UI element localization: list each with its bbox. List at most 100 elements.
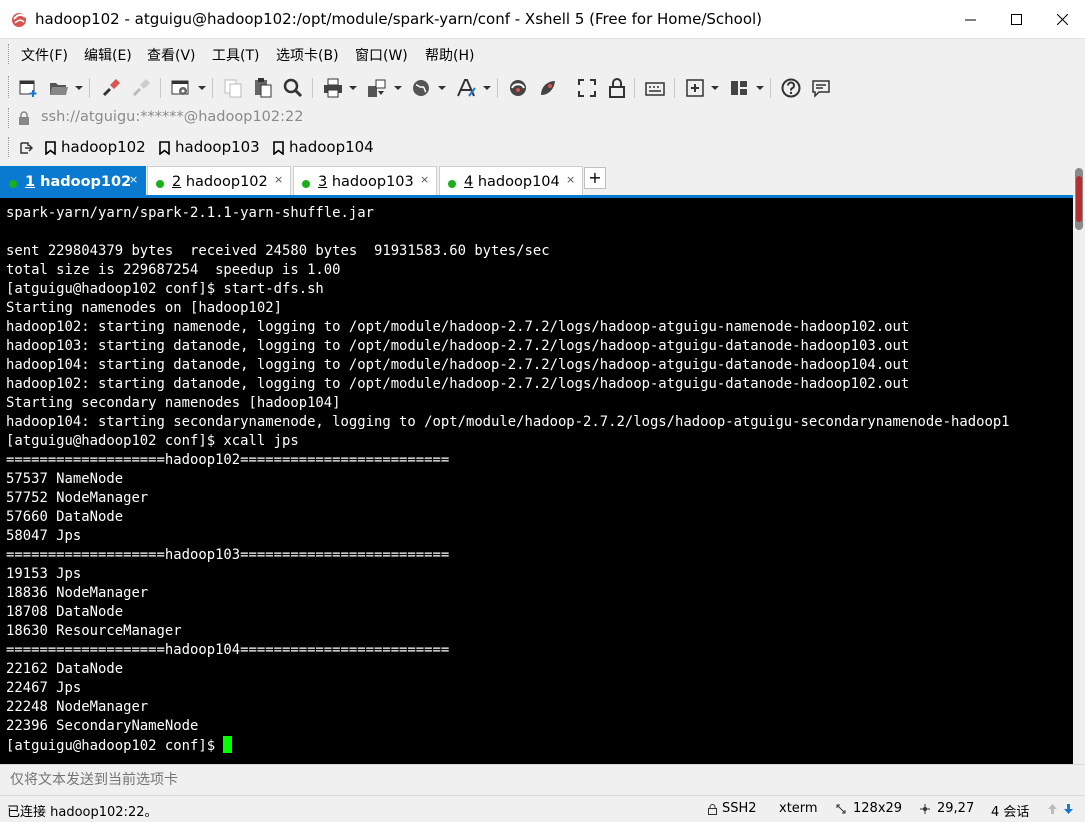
bookmark-icon (159, 141, 170, 155)
print-dropdown-arrow[interactable] (349, 86, 357, 90)
xftp-button[interactable] (507, 77, 529, 99)
layout-dropdown-arrow[interactable] (756, 86, 764, 90)
connect-icon (102, 79, 120, 97)
connected-status-icon (156, 180, 164, 188)
minimize-button[interactable] (947, 0, 993, 38)
connected-status-icon (9, 180, 17, 188)
terminal-line: 18708 DataNode (6, 604, 124, 620)
disconnect-button (130, 77, 152, 99)
links-grip (8, 137, 11, 157)
tab-close-icon[interactable]: × (566, 173, 575, 186)
compose-input[interactable] (4, 768, 1074, 791)
reconnect-button[interactable] (100, 77, 122, 99)
ssh-lock-icon (708, 804, 717, 815)
connected-status-icon (302, 180, 310, 188)
menu-window[interactable]: 窗口(W) (355, 45, 408, 65)
terminal-prompt: [atguigu@hadoop102 conf]$ (6, 738, 224, 754)
scrollbar-thumb[interactable] (1075, 168, 1083, 230)
new-session-icon (19, 80, 37, 97)
folder-open-icon (50, 83, 68, 95)
fullscreen-icon (578, 79, 596, 97)
help-icon (781, 78, 801, 98)
terminal-line: sent 229804379 bytes received 24580 byte… (6, 243, 550, 259)
language-button[interactable] (410, 77, 432, 99)
connection-status: 已连接 hadoop102:22。 (7, 805, 158, 820)
menu-file[interactable]: 文件(F) (21, 45, 68, 65)
minimize-icon (965, 19, 976, 21)
lock-button[interactable] (606, 77, 628, 99)
close-button[interactable] (1039, 0, 1085, 38)
terminal-line: 22467 Jps (6, 680, 82, 696)
paste-button[interactable] (252, 77, 274, 99)
terminal-line: 22396 SecondaryNameNode (6, 718, 199, 734)
tab-2-hadoop102[interactable]: 2 hadoop102 × (147, 166, 291, 196)
transfer-dropdown-arrow[interactable] (394, 86, 402, 90)
terminal-line: Starting namenodes on [hadoop102] (6, 300, 282, 316)
chat-button[interactable] (810, 77, 832, 99)
terminal-line: 18630 ResourceManager (6, 623, 182, 639)
menu-tabs[interactable]: 选项卡(B) (276, 45, 339, 65)
menu-edit[interactable]: 编辑(E) (84, 45, 132, 65)
transfer-button[interactable] (366, 77, 388, 99)
menu-view[interactable]: 查看(V) (147, 45, 196, 65)
terminal-line: 22162 DataNode (6, 661, 124, 677)
tab-close-icon[interactable]: × (129, 173, 138, 186)
chat-icon (812, 80, 830, 98)
session-address[interactable]: ssh://atguigu:******@hadoop102:22 (41, 109, 303, 125)
bookmark-icon (273, 141, 284, 155)
terminal-line: hadoop102: starting datanode, logging to… (6, 376, 910, 392)
menu-bar: 文件(F) 编辑(E) 查看(V) 工具(T) 选项卡(B) 窗口(W) 帮助(… (0, 39, 1085, 69)
open-button[interactable] (48, 77, 70, 99)
add-tab-button[interactable]: + (584, 167, 606, 189)
session-tab-bar: 1 hadoop102 × 2 hadoop102 × 3 hadoop103 … (0, 163, 1085, 197)
font-icon (457, 79, 476, 97)
language-dropdown-arrow[interactable] (438, 86, 446, 90)
menu-help[interactable]: 帮助(H) (425, 45, 474, 65)
links-bar: hadoop102 hadoop103 hadoop104 (0, 133, 1085, 161)
properties-button[interactable] (170, 77, 192, 99)
tab-label: 2 hadoop102 (172, 174, 268, 190)
open-sessions-icon[interactable] (19, 141, 33, 155)
terminal-scrollbar[interactable] (1073, 164, 1085, 764)
help-button[interactable] (780, 77, 802, 99)
tab-4-hadoop104[interactable]: 4 hadoop104 × (439, 166, 583, 196)
terminal-line: 58047 Jps (6, 528, 82, 544)
toolbar-grip (8, 76, 11, 98)
link-label: hadoop104 (289, 138, 374, 156)
maximize-icon (1011, 14, 1022, 25)
script-button[interactable] (537, 77, 559, 99)
menu-tools[interactable]: 工具(T) (212, 45, 259, 65)
upload-arrow-icon[interactable] (1047, 803, 1058, 815)
new-session-button[interactable] (18, 77, 40, 99)
add-tab-icon (686, 79, 704, 97)
tab-close-icon[interactable]: × (420, 173, 429, 186)
font-dropdown-arrow[interactable] (483, 86, 491, 90)
script-icon (541, 81, 555, 95)
download-arrow-icon[interactable] (1063, 803, 1074, 815)
terminal-line: hadoop104: starting secondarynamenode, l… (6, 414, 1010, 430)
toolbar-separator (634, 78, 635, 98)
new-tab-button[interactable] (684, 77, 706, 99)
tab-3-hadoop103[interactable]: 3 hadoop103 × (293, 166, 437, 196)
find-button[interactable] (282, 77, 304, 99)
tab-close-icon[interactable]: × (274, 173, 283, 186)
print-button[interactable] (322, 77, 344, 99)
toolbar-separator (160, 78, 161, 98)
cursor-position-icon (920, 804, 930, 814)
layout-button[interactable] (728, 77, 750, 99)
terminal-line: total size is 229687254 speedup is 1.00 (6, 262, 341, 278)
globe-icon (413, 80, 429, 96)
search-icon (283, 78, 303, 98)
tab-1-hadoop102[interactable]: 1 hadoop102 × (0, 166, 146, 196)
copy-button (222, 77, 244, 99)
open-dropdown-arrow[interactable] (75, 86, 83, 90)
keyboard-button[interactable] (644, 77, 666, 99)
maximize-button[interactable] (993, 0, 1039, 38)
properties-dropdown-arrow[interactable] (198, 86, 206, 90)
terminal-area[interactable]: spark-yarn/yarn/spark-2.1.1-yarn-shuffle… (0, 198, 1085, 764)
xshell-app-icon (12, 13, 26, 27)
font-button[interactable] (455, 77, 477, 99)
menu-grip (8, 44, 11, 64)
fullscreen-button[interactable] (576, 77, 598, 99)
new-tab-dropdown-arrow[interactable] (711, 86, 719, 90)
